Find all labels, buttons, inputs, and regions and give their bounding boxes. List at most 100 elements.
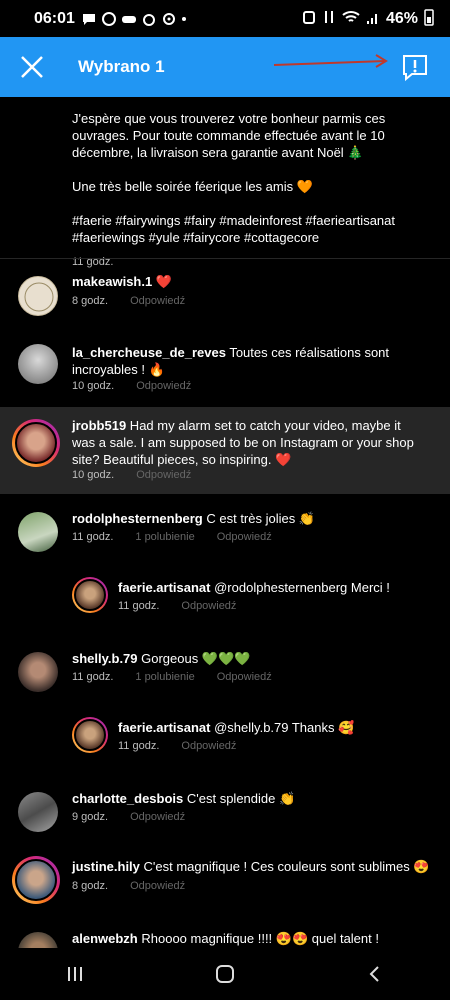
comment-username[interactable]: faerie.artisanat: [118, 720, 211, 735]
comment-meta: 8 godz. Odpowiedź: [72, 295, 185, 307]
comment-body: C'est magnifique ! Ces couleurs sont sub…: [139, 859, 430, 874]
reply-button[interactable]: Odpowiedź: [136, 469, 191, 481]
report-button[interactable]: [400, 52, 430, 82]
comment-username[interactable]: shelly.b.79: [72, 651, 138, 666]
comment-time: 10 godz.: [72, 380, 115, 392]
comment-time: 11 godz.: [118, 740, 160, 752]
comment-text: faerie.artisanat @rodolphesternenberg Me…: [118, 579, 428, 596]
recent-apps-icon: [68, 967, 82, 981]
comment-text: shelly.b.79 Gorgeous 💚💚💚: [72, 650, 432, 667]
like-count[interactable]: 1 polubienie: [135, 531, 194, 543]
comment-row[interactable]: charlotte_desbois C'est splendide 👏 9 go…: [0, 790, 450, 840]
back-icon: [369, 966, 379, 982]
avatar[interactable]: [12, 856, 60, 904]
sync-icon: [161, 11, 177, 27]
comment-body: Rhoooo magnifique !!!! 😍😍 quel talent !: [137, 931, 379, 946]
comment-meta: 10 godz. Odpowiedź: [72, 469, 191, 481]
comment-row[interactable]: shelly.b.79 Gorgeous 💚💚💚 11 godz. 1 polu…: [0, 650, 450, 700]
reply-button[interactable]: Odpowiedź: [217, 671, 272, 683]
system-nav-bar: [0, 948, 450, 1000]
alarm-status-icon: [302, 9, 316, 29]
battery-percent: 46%: [385, 9, 418, 27]
comment-text: faerie.artisanat @shelly.b.79 Thanks 🥰: [118, 719, 428, 736]
annotation-arrow-icon: [273, 54, 388, 68]
comment-username[interactable]: faerie.artisanat: [118, 580, 211, 595]
comment-username[interactable]: justine.hily: [72, 859, 140, 874]
comment-body: @shelly.b.79 Thanks 🥰: [210, 720, 355, 735]
message-icon: [81, 11, 97, 27]
comment-body: @rodolphesternenberg Merci !: [210, 580, 390, 595]
reply-button[interactable]: Odpowiedź: [130, 811, 185, 823]
comment-text: makeawish.1 ❤️: [72, 273, 432, 290]
comment-time: 11 godz.: [72, 531, 114, 543]
comment-body: Gorgeous 💚💚💚: [137, 651, 251, 666]
comment-body: ❤️: [152, 274, 173, 289]
reply-button[interactable]: Odpowiedź: [181, 600, 236, 612]
comment-meta: 11 godz. 1 polubienie Odpowiedź: [72, 671, 272, 683]
comment-meta: 10 godz. Odpowiedź: [72, 380, 191, 392]
comment-row[interactable]: rodolphesternenberg C est très jolies 👏 …: [0, 510, 450, 560]
home-icon: [216, 965, 234, 983]
divider: [0, 258, 450, 259]
comment-row[interactable]: makeawish.1 ❤️ 8 godz. Odpowiedź: [0, 270, 450, 328]
comment-row[interactable]: justine.hily C'est magnifique ! Ces coul…: [0, 856, 450, 906]
comment-time: 8 godz.: [72, 880, 109, 892]
comment-text: alenwebzh Rhoooo magnifique !!!! 😍😍 quel…: [72, 930, 432, 947]
report-icon: [403, 55, 427, 82]
data-icon: [322, 9, 336, 29]
reply-button[interactable]: Odpowiedź: [217, 531, 272, 543]
comment-row-selected[interactable]: jrobb519 Had my alarm set to catch your …: [0, 407, 450, 494]
comment-text: justine.hily C'est magnifique ! Ces coul…: [72, 858, 432, 875]
comment-time: 8 godz.: [72, 295, 109, 307]
caption-time: 11 godz.: [72, 256, 114, 268]
avatar[interactable]: [18, 276, 58, 316]
comment-row[interactable]: la_chercheuse_de_reves Toutes ces réalis…: [0, 342, 450, 400]
avatar[interactable]: [72, 717, 108, 753]
avatar[interactable]: [18, 512, 58, 552]
game-icon: [121, 11, 137, 27]
avatar[interactable]: [12, 419, 60, 467]
avatar[interactable]: [18, 652, 58, 692]
comment-row[interactable]: alenwebzh Rhoooo magnifique !!!! 😍😍 quel…: [0, 928, 450, 950]
comment-meta: 11 godz. 1 polubienie Odpowiedź: [72, 531, 272, 543]
comment-username[interactable]: la_chercheuse_de_reves: [72, 345, 226, 360]
back-button[interactable]: [355, 959, 395, 989]
status-bar: 06:01 46%: [0, 0, 450, 37]
reply-button[interactable]: Odpowiedź: [181, 740, 236, 752]
close-icon: [21, 56, 43, 78]
reply-button[interactable]: Odpowiedź: [136, 380, 191, 392]
page-title: Wybrano 1: [78, 57, 165, 76]
recent-apps-button[interactable]: [55, 959, 95, 989]
whatsapp-icon: [101, 11, 117, 27]
comment-username[interactable]: rodolphesternenberg: [72, 511, 203, 526]
comment-time: 11 godz.: [118, 600, 160, 612]
comment-text: jrobb519 Had my alarm set to catch your …: [72, 417, 417, 468]
comment-time: 9 godz.: [72, 811, 109, 823]
comment-username[interactable]: charlotte_desbois: [72, 791, 183, 806]
avatar[interactable]: [72, 577, 108, 613]
like-count[interactable]: 1 polubienie: [135, 671, 194, 683]
dot-icon: [181, 11, 189, 27]
comment-username[interactable]: alenwebzh: [72, 931, 138, 946]
reply-row[interactable]: faerie.artisanat @shelly.b.79 Thanks 🥰 1…: [0, 717, 450, 762]
comment-text: charlotte_desbois C'est splendide 👏: [72, 790, 432, 807]
reply-button[interactable]: Odpowiedź: [130, 880, 185, 892]
reply-row[interactable]: faerie.artisanat @rodolphesternenberg Me…: [0, 577, 450, 622]
avatar[interactable]: [18, 792, 58, 832]
comment-body: C est très jolies 👏: [202, 511, 316, 526]
caption-hashtags[interactable]: #faerie #fairywings #fairy #madeinforest…: [72, 212, 432, 246]
comment-username[interactable]: jrobb519: [72, 418, 126, 433]
avatar[interactable]: [18, 344, 58, 384]
close-button[interactable]: [2, 37, 62, 97]
home-button[interactable]: [205, 959, 245, 989]
notification-icons: [81, 11, 189, 27]
comment-text: rodolphesternenberg C est très jolies 👏: [72, 510, 432, 527]
selection-header: Wybrano 1: [0, 37, 450, 97]
post-caption: J'espère que vous trouverez votre bonheu…: [72, 110, 432, 271]
signal-icon: [366, 9, 380, 29]
comment-meta: 9 godz. Odpowiedź: [72, 811, 185, 823]
wifi-icon: [342, 9, 360, 29]
reply-button[interactable]: Odpowiedź: [130, 295, 185, 307]
comment-username[interactable]: makeawish.1: [72, 274, 152, 289]
battery-icon: [424, 8, 434, 30]
